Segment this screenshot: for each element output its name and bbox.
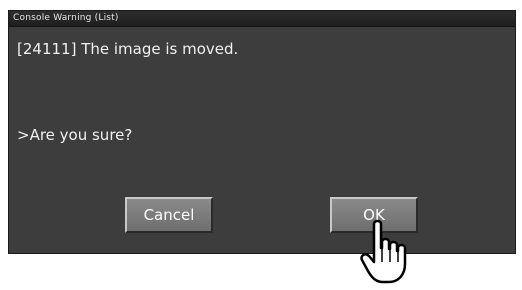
title-bar: Console Warning (List) [9,11,515,27]
hand-pointer-icon [360,219,407,284]
warning-dialog: Console Warning (List) [24111] The image… [8,10,516,254]
cancel-button[interactable]: Cancel [125,197,213,233]
warning-message: [24111] The image is moved. [17,40,239,58]
confirm-prompt: >Are you sure? [17,126,133,144]
window-title: Console Warning (List) [13,13,119,23]
